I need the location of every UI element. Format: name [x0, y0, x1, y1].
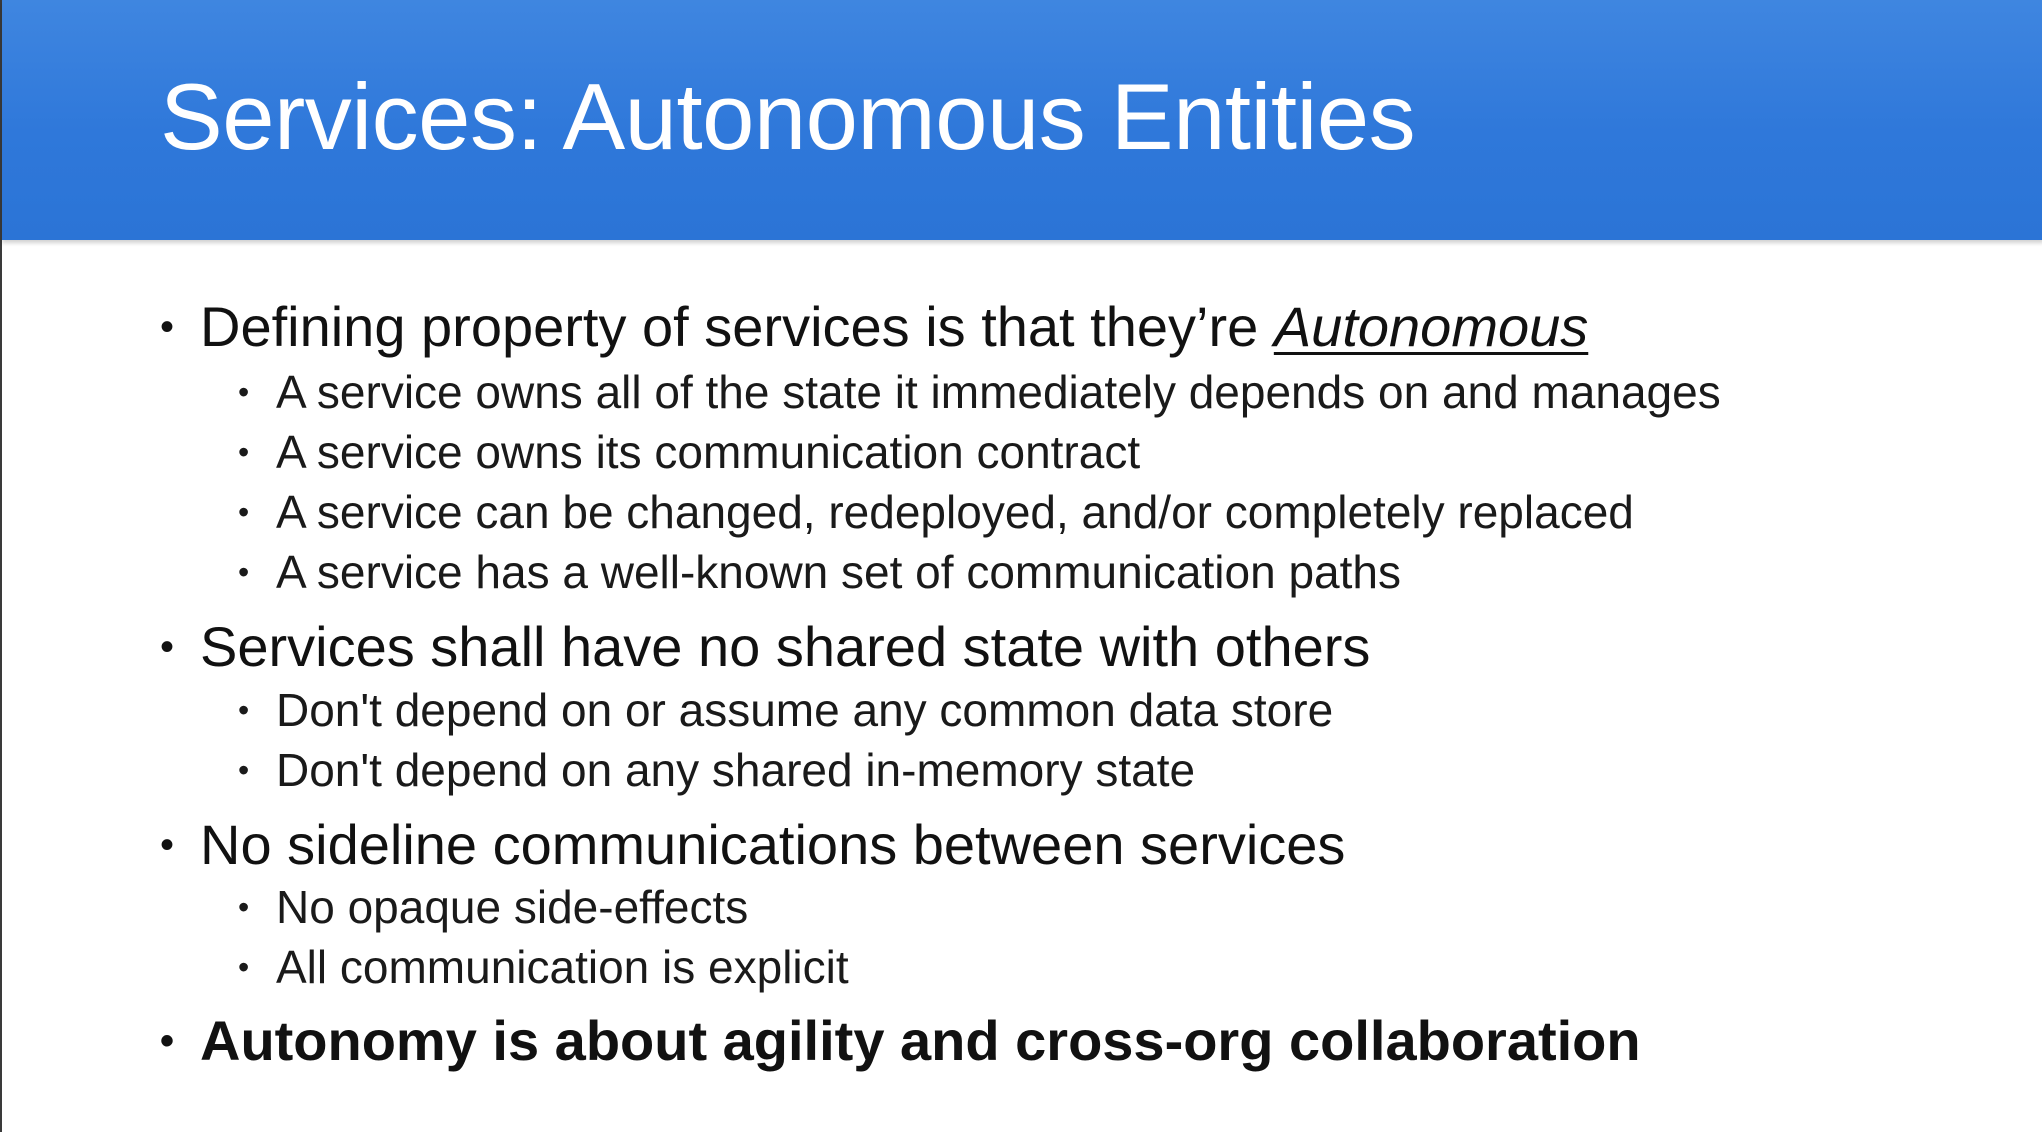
sub-bullet-1-4-text: A service has a well-known set of commun… — [276, 546, 1401, 598]
sub-bullet-dot: • — [238, 752, 250, 788]
sub-bullet-2-1-text: Don't depend on or assume any common dat… — [276, 684, 1334, 736]
sub-bullet-2-2-text: Don't depend on any shared in-memory sta… — [276, 744, 1196, 796]
sub-bullet-dot: • — [238, 434, 250, 470]
bullet-3-text: No sideline communications between servi… — [200, 813, 1346, 876]
slide-body: • Defining property of services is that … — [2, 0, 2042, 1132]
bullet-1-text-prefix: Defining property of services is that th… — [200, 295, 1274, 358]
sub-bullet-3-2-text: All communication is explicit — [276, 941, 849, 993]
bullet-dot: • — [160, 1019, 175, 1063]
sub-bullet-1-2-text: A service owns its communication contrac… — [276, 426, 1141, 478]
bullet-4-text: Autonomy is about agility and cross-org … — [200, 1009, 1641, 1072]
sub-bullet-dot: • — [238, 494, 250, 530]
sub-bullet-dot: • — [238, 889, 250, 925]
slide: Services: Autonomous Entities • Defining… — [0, 0, 2042, 1132]
sub-bullet-dot: • — [238, 949, 250, 985]
bullet-2-text: Services shall have no shared state with… — [200, 615, 1371, 678]
sub-bullet-1-1-text: A service owns all of the state it immed… — [276, 366, 1721, 418]
sub-bullet-dot: • — [238, 692, 250, 728]
bullet-dot: • — [160, 625, 175, 669]
bullet-1-emphasis: Autonomous — [1273, 295, 1589, 358]
bullet-dot: • — [160, 823, 175, 867]
sub-bullet-1-3-text: A service can be changed, redeployed, an… — [276, 486, 1634, 538]
bullet-dot: • — [160, 305, 175, 349]
sub-bullet-dot: • — [238, 374, 250, 410]
sub-bullet-dot: • — [238, 554, 250, 590]
sub-bullet-3-1-text: No opaque side-effects — [276, 881, 749, 933]
bullet-1-text: Defining property of services is that th… — [200, 292, 1588, 362]
